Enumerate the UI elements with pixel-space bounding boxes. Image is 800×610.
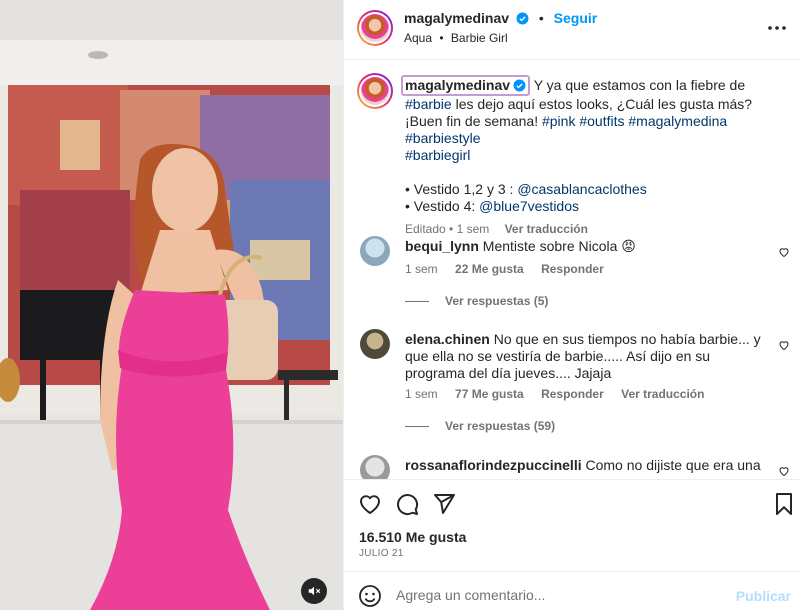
comment-item: bequi_lynn Mentiste sobre Nicola 😡 1 sem… xyxy=(360,236,790,316)
comment-username[interactable]: rossanaflorindezpuccinelli xyxy=(405,457,582,473)
post-comment-button[interactable]: Publicar xyxy=(736,588,791,604)
comments-section[interactable]: magalymedinav Y ya que estamos con la fi… xyxy=(344,61,800,479)
mute-button[interactable] xyxy=(301,578,327,604)
post-caption: magalymedinav Y ya que estamos con la fi… xyxy=(401,75,785,238)
comment-like-icon[interactable] xyxy=(778,339,790,351)
verified-badge-icon xyxy=(516,12,529,25)
emoji-icon[interactable] xyxy=(358,584,382,608)
post-header: magalymedinav • Seguir Aqua • Barbie Gir… xyxy=(344,0,800,60)
comment-item: rossanaflorindezpuccinelli Como no dijis… xyxy=(360,455,790,479)
audio-song: Barbie Girl xyxy=(450,31,508,45)
verified-badge-icon xyxy=(513,79,526,92)
comment-time: 1 sem xyxy=(405,387,438,401)
caption-edited-time: Editado • 1 sem xyxy=(405,222,490,236)
comment-text: Como no dijiste que era una xyxy=(585,457,761,473)
post-video-frame xyxy=(0,0,343,610)
audio-muted-icon xyxy=(308,586,321,596)
hashtag-magalymedina[interactable]: #magalymedina xyxy=(628,113,727,129)
caption-line-2-prefix: • Vestido 4: xyxy=(405,198,480,214)
comment-like-icon[interactable] xyxy=(778,465,790,477)
hashtag-barbie[interactable]: #barbie xyxy=(405,96,452,112)
more-options-icon[interactable] xyxy=(767,20,787,36)
caption-username-wrap[interactable]: magalymedinav xyxy=(401,75,531,96)
comment-reply-button[interactable]: Responder xyxy=(541,262,604,276)
caption-text-1: Y ya que estamos con la fiebre de xyxy=(530,77,746,93)
caption-translate-button[interactable]: Ver traducción xyxy=(505,222,588,236)
comment-icon[interactable] xyxy=(395,492,419,516)
author-username[interactable]: magalymedinav xyxy=(404,10,509,26)
hashtag-barbiegirl[interactable]: #barbiegirl xyxy=(405,147,470,163)
follow-button[interactable]: Seguir xyxy=(554,10,598,26)
view-replies-button[interactable]: Ver respuestas (5) xyxy=(405,294,548,308)
comment-meta: 1 sem 22 Me gusta Responder xyxy=(405,262,618,276)
post-actions: 16.510 Me gusta JULIO 21 xyxy=(344,479,800,571)
comment-username[interactable]: elena.chinen xyxy=(405,331,490,347)
comment-translate-button[interactable]: Ver traducción xyxy=(621,387,704,401)
comment-reply-button[interactable]: Responder xyxy=(541,387,604,401)
audio-artist: Aqua xyxy=(404,31,433,45)
comment-text: Mentiste sobre Nicola 😡 xyxy=(482,238,636,254)
caption-line-1-prefix: • Vestido 1,2 y 3 : xyxy=(405,181,518,197)
author-avatar[interactable] xyxy=(357,10,393,46)
comment-like-icon[interactable] xyxy=(778,246,790,258)
comment-time: 1 sem xyxy=(405,262,438,276)
comment-avatar[interactable] xyxy=(360,236,390,266)
caption-author-avatar[interactable] xyxy=(357,73,393,109)
mention-casablancaclothes[interactable]: @casablancaclothes xyxy=(517,181,646,197)
likes-count[interactable]: 16.510 Me gusta xyxy=(359,529,466,545)
hashtag-barbiestyle[interactable]: #barbiestyle xyxy=(405,130,481,146)
comment-composer: Publicar xyxy=(344,571,800,610)
mention-blue7vestidos[interactable]: @blue7vestidos xyxy=(479,198,579,214)
view-replies-button[interactable]: Ver respuestas (59) xyxy=(405,419,555,433)
share-icon[interactable] xyxy=(432,492,456,516)
audio-info[interactable]: Aqua • Barbie Girl xyxy=(404,31,508,45)
comment-avatar[interactable] xyxy=(360,329,390,359)
comment-meta: 1 sem 77 Me gusta Responder Ver traducci… xyxy=(405,387,718,401)
post-date[interactable]: JULIO 21 xyxy=(359,548,404,559)
bookmark-icon[interactable] xyxy=(772,492,796,516)
comment-input[interactable] xyxy=(396,584,716,606)
comment-likes[interactable]: 22 Me gusta xyxy=(455,262,524,276)
audio-separator: • xyxy=(439,31,444,45)
header-separator: • xyxy=(538,10,544,26)
hashtag-pink[interactable]: #pink xyxy=(542,113,575,129)
comment-item: elena.chinen No que en sus tiempos no ha… xyxy=(360,329,790,434)
post-media[interactable] xyxy=(0,0,343,610)
comment-username[interactable]: bequi_lynn xyxy=(405,238,479,254)
comment-avatar[interactable] xyxy=(360,455,390,479)
comment-likes[interactable]: 77 Me gusta xyxy=(455,387,524,401)
hashtag-outfits[interactable]: #outfits xyxy=(579,113,624,129)
post-details-panel: magalymedinav • Seguir Aqua • Barbie Gir… xyxy=(343,0,800,610)
heart-icon[interactable] xyxy=(358,492,382,516)
caption-username: magalymedinav xyxy=(405,77,511,93)
